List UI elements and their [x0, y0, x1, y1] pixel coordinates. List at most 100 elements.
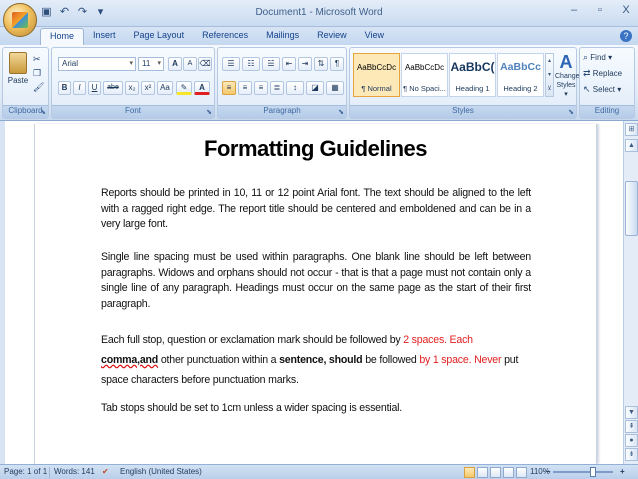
web-layout-view-button[interactable] [490, 467, 501, 478]
grow-font-button[interactable]: A [168, 57, 182, 71]
bullets-button[interactable]: ☰ [222, 57, 240, 71]
italic-button[interactable]: I [73, 81, 86, 95]
borders-button[interactable]: ▦ [326, 81, 344, 95]
print-layout-view-button[interactable] [464, 467, 475, 478]
vertical-ruler [0, 121, 5, 464]
strikethrough-button[interactable]: abe [103, 81, 123, 95]
tab-insert[interactable]: Insert [84, 28, 125, 45]
align-right-button[interactable]: ≡ [254, 81, 268, 95]
justify-button[interactable]: ≣ [270, 81, 284, 95]
zoom-in-button[interactable]: + [620, 467, 625, 476]
multilevel-list-button[interactable]: ☱ [262, 57, 280, 71]
editing-group-label: Editing [580, 105, 634, 118]
increase-indent-button[interactable]: ⇥ [298, 57, 312, 71]
superscript-button[interactable]: x² [141, 81, 155, 95]
replace-button[interactable]: ⇄ Replace [583, 68, 622, 79]
clipboard-group: Paste ✂ ❐ 🖌 Clipboard ⬊ [2, 47, 49, 119]
styles-group-label: Styles [350, 105, 576, 118]
select-button[interactable]: ↖ Select ▾ [583, 84, 621, 95]
clipboard-launcher-icon[interactable]: ⬊ [40, 108, 46, 116]
binoculars-icon: ⌕ [583, 52, 589, 62]
paragraph-launcher-icon[interactable]: ⬊ [338, 108, 344, 116]
help-icon[interactable]: ? [620, 30, 632, 42]
proofing-icon[interactable]: ✔ [102, 467, 109, 476]
tab-references[interactable]: References [193, 28, 257, 45]
highlight-button[interactable]: ✎ [176, 81, 192, 95]
select-browse-object-button[interactable]: ● [625, 434, 638, 447]
vertical-scrollbar[interactable]: ⊞ ▲ ▼ ⇞ ● ⇟ [623, 121, 638, 464]
style-heading-2[interactable]: AaBbCc Heading 2 [497, 53, 544, 97]
font-size-value: 11 [142, 59, 151, 68]
tab-home[interactable]: Home [40, 28, 85, 45]
restore-button[interactable]: ▫ [594, 4, 606, 16]
scroll-down-button[interactable]: ▼ [625, 406, 638, 419]
tab-page-layout[interactable]: Page Layout [125, 28, 194, 45]
p3-text: be followed [362, 354, 420, 366]
close-button[interactable]: X [620, 4, 632, 16]
word-count[interactable]: Words: 141 [54, 467, 95, 476]
align-left-button[interactable]: ≡ [222, 81, 236, 95]
change-styles-button[interactable]: A Change Styles ▾ [555, 52, 580, 100]
paragraph-3: Each full stop, question or exclamation … [101, 330, 531, 390]
p3-text: Each full stop, question or exclamation … [101, 334, 404, 346]
cut-icon[interactable]: ✂ [33, 54, 41, 65]
paste-button[interactable]: Paste [6, 52, 30, 92]
copy-icon[interactable]: ❐ [33, 68, 41, 79]
outline-view-button[interactable] [503, 467, 514, 478]
shrink-font-button[interactable]: A [183, 57, 197, 71]
paragraph-1: Reports should be printed in 10, 11 or 1… [101, 187, 531, 231]
styles-scroll[interactable]: ▴ ▾ ⊻ [545, 53, 554, 97]
style-name: Heading 1 [455, 84, 490, 93]
editing-group: ⌕ Find ▾ ⇄ Replace ↖ Select ▾ Editing [579, 47, 635, 119]
change-case-button[interactable]: Aa [157, 81, 173, 95]
style-normal[interactable]: AaBbCcDc ¶ Normal [353, 53, 400, 97]
office-button[interactable] [3, 3, 37, 37]
font-group: Arial ▾ 11 ▾ A A ⌫ B I U abe x₂ x² Aa ✎ A … [51, 47, 215, 119]
line-spacing-button[interactable]: ↕ [286, 81, 304, 95]
clear-formatting-button[interactable]: ⌫ [198, 57, 212, 71]
tab-mailings[interactable]: Mailings [257, 28, 308, 45]
style-no-spacing[interactable]: AaBbCcDc ¶ No Spaci... [401, 53, 448, 97]
tab-view[interactable]: View [356, 28, 393, 45]
show-hide-button[interactable]: ¶ [330, 57, 344, 71]
document-page[interactable]: Formatting Guidelines Reports should be … [34, 124, 597, 464]
style-preview: AaBbCc [500, 61, 541, 73]
ribbon-tabs-row: Home Insert Page Layout References Maili… [0, 27, 638, 45]
scrollbar-thumb[interactable] [625, 181, 638, 236]
zoom-out-button[interactable]: – [546, 467, 550, 476]
language[interactable]: English (United States) [120, 467, 202, 476]
font-size-select[interactable]: 11 ▾ [138, 57, 164, 71]
style-heading-1[interactable]: AaBbC( Heading 1 [449, 53, 496, 97]
next-page-button[interactable]: ⇟ [625, 448, 638, 461]
align-center-button[interactable]: ≡ [238, 81, 252, 95]
window-controls: – ▫ X [568, 4, 632, 16]
numbering-button[interactable]: ☷ [242, 57, 260, 71]
subscript-button[interactable]: x₂ [125, 81, 139, 95]
decrease-indent-button[interactable]: ⇤ [282, 57, 296, 71]
zoom-slider-knob[interactable] [590, 467, 596, 477]
styles-group: AaBbCcDc ¶ Normal AaBbCcDc ¶ No Spaci...… [349, 47, 580, 119]
p3-red-text: by 1 space. Never [419, 354, 502, 366]
sort-button[interactable]: ⇅ [314, 57, 328, 71]
font-group-label: Font [52, 105, 214, 118]
bold-button[interactable]: B [58, 81, 71, 95]
font-color-button[interactable]: A [194, 81, 210, 95]
find-button[interactable]: ⌕ Find ▾ [583, 52, 612, 63]
minimize-button[interactable]: – [568, 4, 580, 16]
style-name: ¶ No Spaci... [403, 84, 446, 93]
page-count[interactable]: Page: 1 of 1 [4, 467, 47, 476]
font-launcher-icon[interactable]: ⬊ [206, 108, 212, 116]
format-painter-icon[interactable]: 🖌 [33, 82, 44, 93]
zoom-slider[interactable] [553, 471, 613, 473]
scroll-up-button[interactable]: ▲ [625, 139, 638, 152]
p3-red-text: 2 spaces. Each [403, 334, 473, 346]
full-screen-reading-view-button[interactable] [477, 467, 488, 478]
underline-button[interactable]: U [88, 81, 101, 95]
styles-launcher-icon[interactable]: ⬊ [568, 108, 574, 116]
draft-view-button[interactable] [516, 467, 527, 478]
font-name-select[interactable]: Arial ▾ [58, 57, 136, 71]
tab-review[interactable]: Review [308, 28, 356, 45]
shading-button[interactable]: ◪ [306, 81, 324, 95]
ruler-toggle-icon[interactable]: ⊞ [625, 123, 638, 136]
previous-page-button[interactable]: ⇞ [625, 420, 638, 433]
